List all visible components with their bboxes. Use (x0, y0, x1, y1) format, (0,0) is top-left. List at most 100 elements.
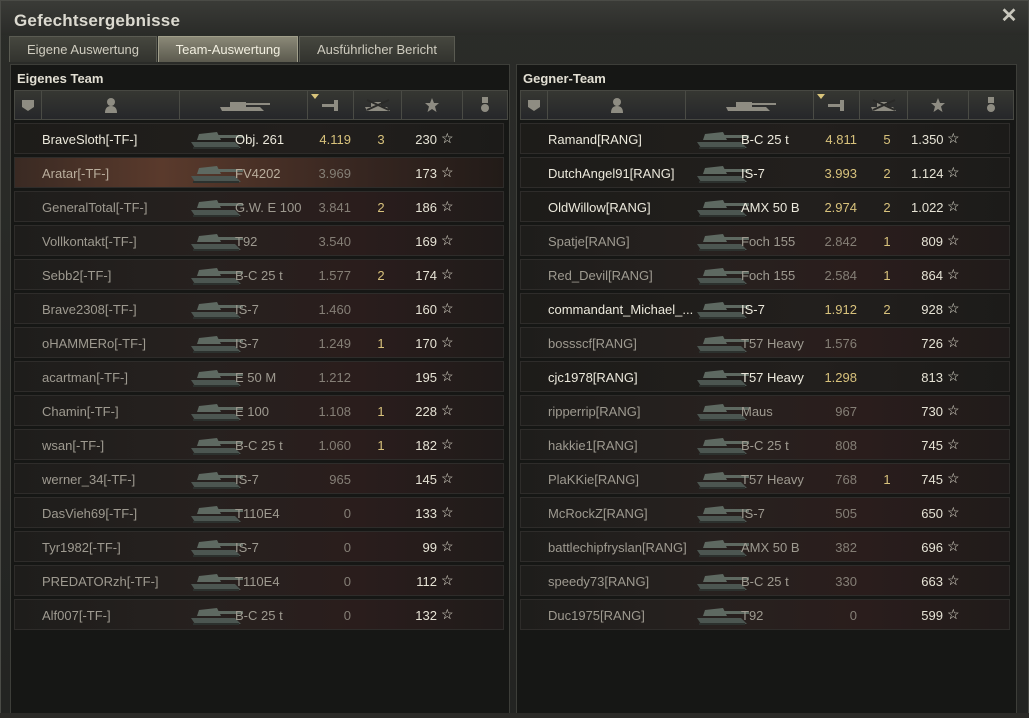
player-name: Chamin[-TF-] (42, 404, 119, 419)
player-row[interactable]: BraveSloth[-TF-] Obj. 261 4.119 3 230 ☆ (14, 123, 504, 154)
platoon-icon[interactable] (521, 91, 548, 119)
damage-value: 2.974 (824, 200, 857, 215)
player-row[interactable]: commandant_Michael_... IS-7 1.912 2 928 ☆ (520, 293, 1010, 324)
kills-value: 2 (883, 166, 891, 181)
player-row[interactable]: acartman[-TF-] E 50 M 1.212 195 ☆ (14, 361, 504, 392)
enemy-team-title: Gegner-Team (523, 71, 606, 86)
tank-name: T57 Heavy (741, 370, 804, 385)
player-row[interactable]: GeneralTotal[-TF-] G.W. E 100 3.841 2 186 ☆ (14, 191, 504, 222)
player-row[interactable]: Duc1975[RANG] T92 0 599 ☆ (520, 599, 1010, 630)
points-icon[interactable] (402, 91, 463, 119)
player-row[interactable]: DutchAngel91[RANG] IS-7 3.993 2 1.124 ☆ (520, 157, 1010, 188)
player-row[interactable]: Tyr1982[-TF-] IS-7 0 99 ☆ (14, 531, 504, 562)
kills-value: 2 (377, 268, 385, 283)
damage-value: 2.842 (824, 234, 857, 249)
tank-name: Foch 155 (741, 268, 796, 283)
tab-team-auswertung[interactable]: Team-Auswertung (158, 36, 298, 62)
player-icon[interactable] (548, 91, 686, 119)
star-icon: ☆ (441, 266, 454, 282)
sort-indicator-icon (817, 94, 825, 99)
medal-icon[interactable] (463, 91, 507, 119)
tank-name: T57 Heavy (741, 336, 804, 351)
damage-value: 1.249 (318, 336, 351, 351)
kills-icon[interactable] (860, 91, 908, 119)
player-row[interactable]: PREDATORzh[-TF-] T110E4 0 112 ☆ (14, 565, 504, 596)
player-row[interactable]: PlaKKie[RANG] T57 Heavy 768 1 745 ☆ (520, 463, 1010, 494)
damage-value: 4.119 (319, 132, 351, 147)
player-row[interactable]: bossscf[RANG] T57 Heavy 1.576 726 ☆ (520, 327, 1010, 358)
tank-name: E 50 M (235, 370, 277, 385)
player-row[interactable]: McRockZ[RANG] IS-7 505 650 ☆ (520, 497, 1010, 528)
platoon-icon[interactable] (15, 91, 42, 119)
tank-name: B-C 25 t (235, 438, 283, 453)
damage-value: 3.540 (318, 234, 351, 249)
own-team-panel: Eigenes Team BraveSloth[-TF-] Obj. 261 4… (10, 64, 510, 714)
player-name: oHAMMERo[-TF-] (42, 336, 146, 351)
kills-icon[interactable] (354, 91, 402, 119)
player-name: Red_Devil[RANG] (548, 268, 653, 283)
player-row[interactable]: werner_34[-TF-] IS-7 965 145 ☆ (14, 463, 504, 494)
damage-icon[interactable] (814, 91, 860, 119)
player-name: DutchAngel91[RANG] (548, 166, 675, 181)
points-value: 928 (921, 302, 943, 317)
player-row[interactable]: Red_Devil[RANG] Foch 155 2.584 1 864 ☆ (520, 259, 1010, 290)
close-icon[interactable]: ✕ (1000, 6, 1018, 26)
star-icon: ☆ (441, 368, 454, 384)
tank-icon[interactable] (180, 91, 308, 119)
player-row[interactable]: wsan[-TF-] B-C 25 t 1.060 1 182 ☆ (14, 429, 504, 460)
player-row[interactable]: cjc1978[RANG] T57 Heavy 1.298 813 ☆ (520, 361, 1010, 392)
sort-indicator-icon (311, 94, 319, 99)
damage-value: 3.969 (318, 166, 351, 181)
points-value: 112 (416, 574, 437, 589)
medal-icon[interactable] (969, 91, 1013, 119)
player-row[interactable]: OldWillow[RANG] AMX 50 B 2.974 2 1.022 ☆ (520, 191, 1010, 222)
tank-name: Obj. 261 (235, 132, 285, 147)
player-row[interactable]: Ramand[RANG] B-C 25 t 4.811 5 1.350 ☆ (520, 123, 1010, 154)
tank-name: T92 (235, 234, 258, 249)
player-row[interactable]: DasVieh69[-TF-] T110E4 0 133 ☆ (14, 497, 504, 528)
player-row[interactable]: Sebb2[-TF-] B-C 25 t 1.577 2 174 ☆ (14, 259, 504, 290)
title-bar: Gefechtsergebnisse ✕ (1, 1, 1028, 35)
player-row[interactable]: ripperrip[RANG] Maus 967 730 ☆ (520, 395, 1010, 426)
tank-name: B-C 25 t (741, 438, 789, 453)
player-row[interactable]: Alf007[-TF-] B-C 25 t 0 132 ☆ (14, 599, 504, 630)
player-name: DasVieh69[-TF-] (42, 506, 138, 521)
points-value: 160 (415, 302, 437, 317)
tank-name: T92 (741, 608, 764, 623)
tab-ausfuehrlicher-bericht[interactable]: Ausführlicher Bericht (299, 36, 455, 62)
star-icon: ☆ (441, 232, 454, 248)
player-name: Aratar[-TF-] (42, 166, 110, 181)
star-icon: ☆ (441, 606, 454, 622)
damage-value: 4.811 (825, 132, 857, 147)
player-row[interactable]: battlechipfryslan[RANG] AMX 50 B 382 696 ☆ (520, 531, 1010, 562)
player-row[interactable]: Chamin[-TF-] E 100 1.108 1 228 ☆ (14, 395, 504, 426)
player-row[interactable]: speedy73[RANG] B-C 25 t 330 663 ☆ (520, 565, 1010, 596)
tank-name: IS-7 (235, 302, 259, 317)
points-value: 99 (422, 540, 437, 555)
damage-value: 0 (849, 608, 857, 623)
player-name: ripperrip[RANG] (548, 404, 641, 419)
player-icon[interactable] (42, 91, 180, 119)
star-icon: ☆ (947, 130, 960, 146)
player-row[interactable]: Spatje[RANG] Foch 155 2.842 1 809 ☆ (520, 225, 1010, 256)
player-name: cjc1978[RANG] (548, 370, 638, 385)
points-value: 170 (415, 336, 437, 351)
tab-eigene-auswertung[interactable]: Eigene Auswertung (9, 36, 157, 62)
points-icon[interactable] (908, 91, 969, 119)
tank-name: Foch 155 (741, 234, 796, 249)
player-row[interactable]: Vollkontakt[-TF-] T92 3.540 169 ☆ (14, 225, 504, 256)
player-row[interactable]: Aratar[-TF-] FV4202 3.969 173 ☆ (14, 157, 504, 188)
player-name: PREDATORzh[-TF-] (42, 574, 159, 589)
kills-value: 2 (883, 200, 891, 215)
tank-icon[interactable] (686, 91, 814, 119)
tank-name: B-C 25 t (741, 574, 789, 589)
player-row[interactable]: oHAMMERo[-TF-] IS-7 1.249 1 170 ☆ (14, 327, 504, 358)
player-row[interactable]: hakkie1[RANG] B-C 25 t 808 745 ☆ (520, 429, 1010, 460)
star-icon: ☆ (947, 402, 960, 418)
star-icon: ☆ (947, 470, 960, 486)
player-row[interactable]: Brave2308[-TF-] IS-7 1.460 160 ☆ (14, 293, 504, 324)
damage-icon[interactable] (308, 91, 354, 119)
tank-name: FV4202 (235, 166, 281, 181)
player-name: Spatje[RANG] (548, 234, 630, 249)
kills-value: 1 (883, 234, 891, 249)
